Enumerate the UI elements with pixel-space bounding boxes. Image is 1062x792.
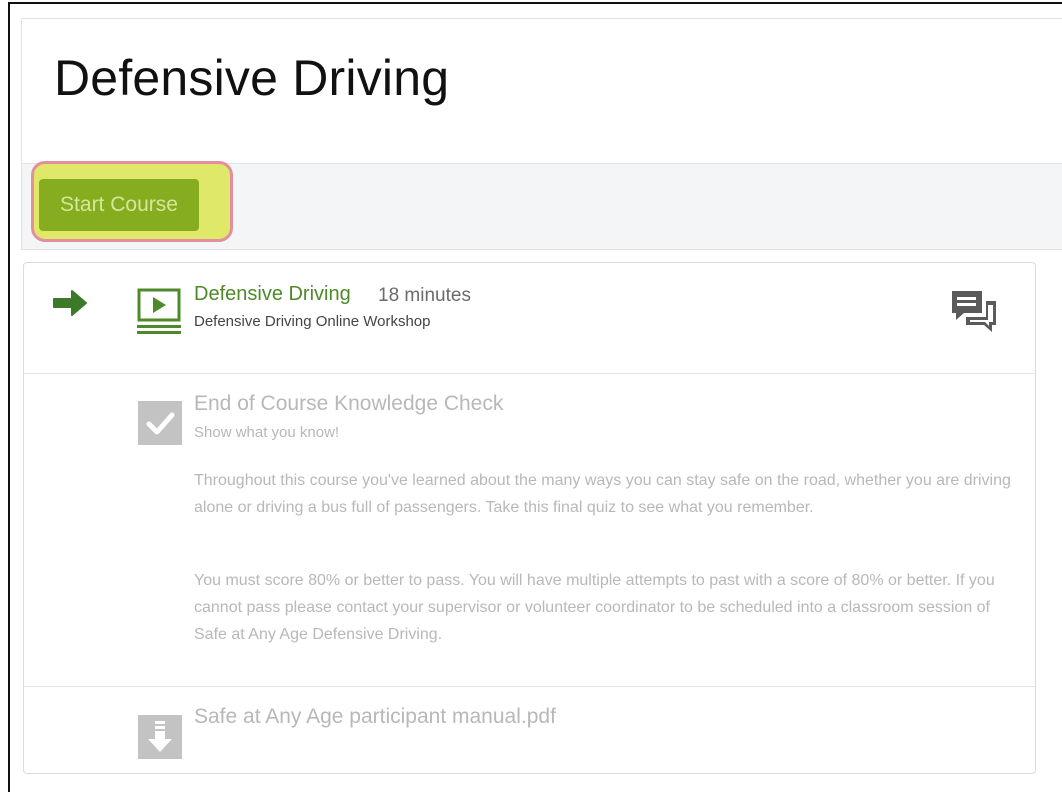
- lesson-subtitle: Defensive Driving Online Workshop: [194, 313, 431, 330]
- discussion-icon[interactable]: [950, 289, 998, 335]
- lesson-title[interactable]: Defensive Driving: [194, 283, 351, 306]
- file-link[interactable]: Safe at Any Age participant manual.pdf: [194, 705, 556, 729]
- lesson-description: Throughout this course you've learned ab…: [194, 472, 1011, 516]
- course-toolbar: Start Course: [21, 161, 1062, 250]
- lesson-item-manual[interactable]: Safe at Any Age participant manual.pdf: [24, 687, 1035, 773]
- arrow-right-icon: [53, 290, 87, 316]
- lesson-duration: 18 minutes: [378, 285, 471, 306]
- video-icon: [137, 288, 181, 334]
- page-title: Defensive Driving: [54, 50, 450, 106]
- lesson-item-knowledge-check[interactable]: End of Course Knowledge Check Show what …: [24, 374, 1035, 687]
- course-header: Defensive Driving: [21, 18, 1062, 164]
- download-icon: [138, 715, 182, 759]
- lesson-item-current[interactable]: Defensive Driving 18 minutes Defensive D…: [24, 263, 1035, 374]
- checkmark-icon: [138, 401, 182, 445]
- lesson-description: You must score 80% or better to pass. Yo…: [194, 572, 995, 643]
- lesson-list: Defensive Driving 18 minutes Defensive D…: [23, 262, 1036, 774]
- start-course-button[interactable]: Start Course: [39, 179, 199, 231]
- lesson-subtitle: Show what you know!: [194, 424, 340, 441]
- lesson-title[interactable]: End of Course Knowledge Check: [194, 392, 503, 416]
